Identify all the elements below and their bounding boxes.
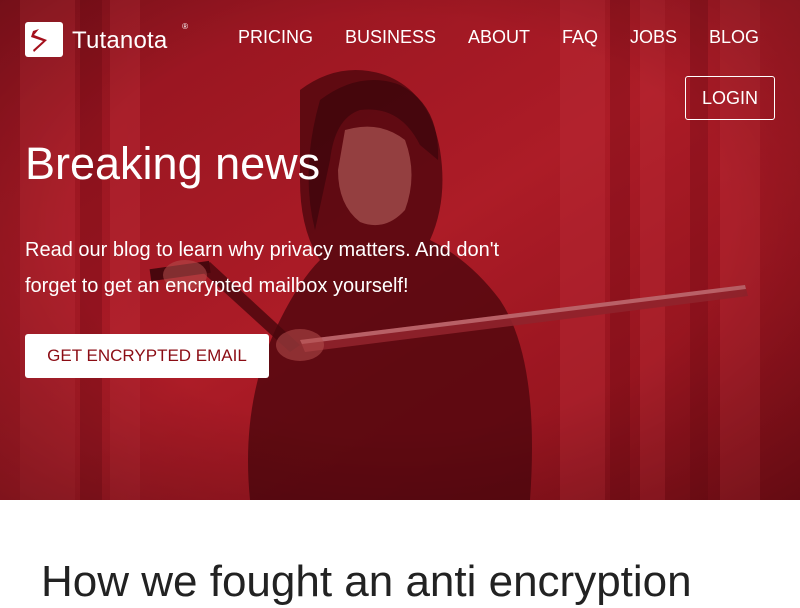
nav-item-about[interactable]: ABOUT — [468, 26, 530, 48]
nav-item-business[interactable]: BUSINESS — [345, 26, 436, 48]
nav-item-jobs[interactable]: JOBS — [630, 26, 677, 48]
login-button[interactable]: LOGIN — [685, 76, 775, 120]
hero-description: Read our blog to learn why privacy matte… — [25, 239, 500, 297]
main-navigation: PRICING BUSINESS ABOUT FAQ JOBS BLOG — [0, 26, 800, 48]
nav-item-pricing[interactable]: PRICING — [238, 26, 313, 48]
get-encrypted-email-button[interactable]: GET ENCRYPTED EMAIL — [25, 334, 269, 378]
nav-item-faq[interactable]: FAQ — [562, 26, 598, 48]
nav-item-blog[interactable]: BLOG — [709, 26, 759, 48]
hero-title: Breaking news — [25, 138, 321, 189]
hero-banner: Tutanota ® PRICING BUSINESS ABOUT FAQ JO… — [0, 0, 800, 500]
article-heading: How we fought an anti encryption — [41, 557, 692, 606]
